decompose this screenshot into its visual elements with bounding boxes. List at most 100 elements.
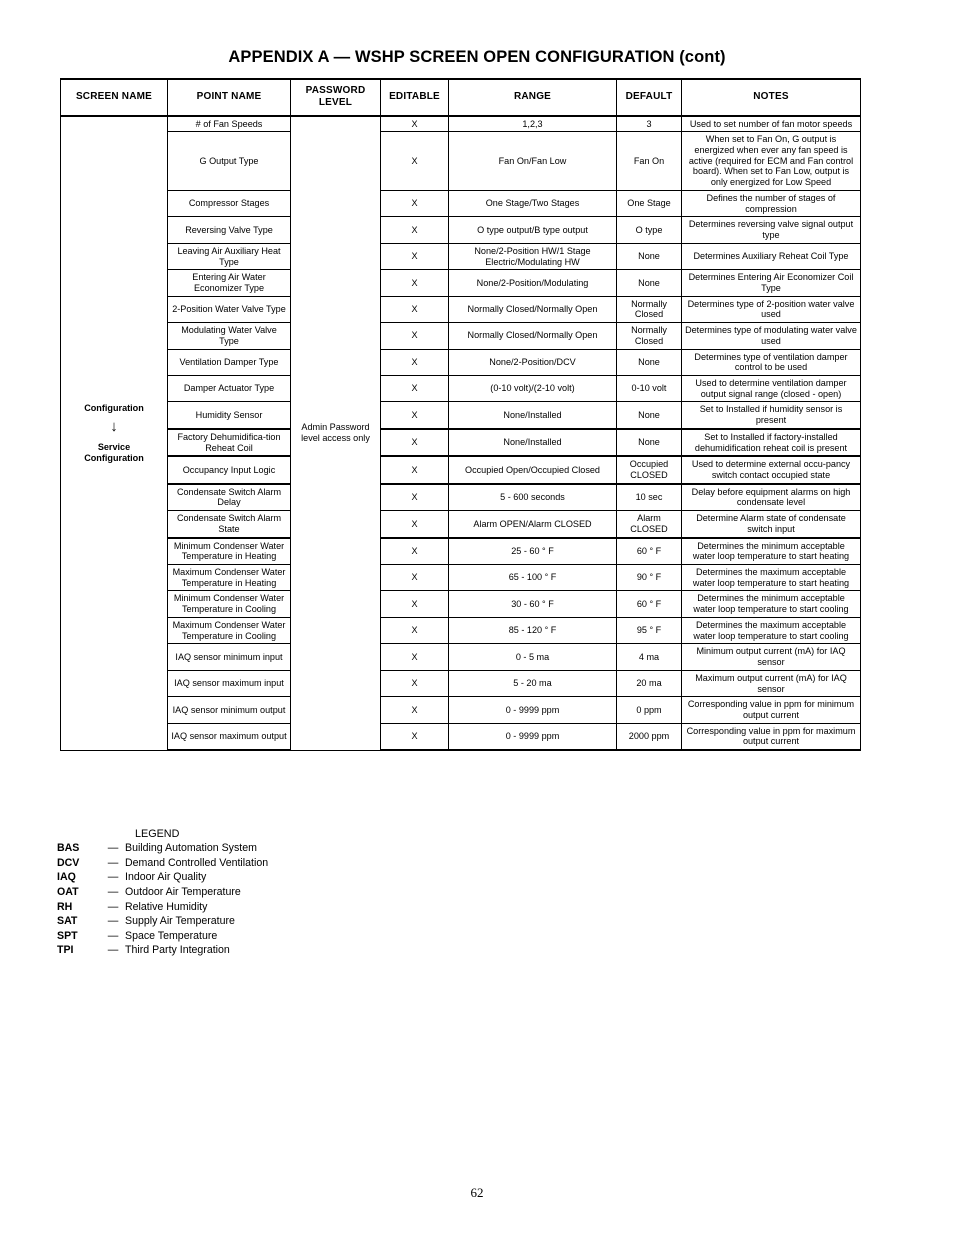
editable-cell: X [380, 189, 449, 218]
default-cell: 20 ma [616, 669, 682, 698]
range-cell: None/2-Position/DCV [448, 348, 617, 376]
legend-abbreviation: SPT [57, 929, 78, 942]
default-cell: 95 ° F [616, 616, 682, 645]
legend-table: BAS — Building Automation System DCV — Demand… [57, 842, 268, 959]
default-cell: None [616, 401, 682, 430]
range-cell: One Stage/Two Stages [448, 189, 617, 218]
default-cell: None [616, 348, 682, 376]
point-name-cell: Modulating Water Valve Type [167, 322, 291, 350]
point-name-cell: IAQ sensor minimum output [167, 696, 291, 724]
table-row: Factory Dehumidifica-tion Reheat Coil X No… [61, 427, 861, 457]
editable-cell: X [380, 590, 449, 618]
range-cell: 30 - 60 ° F [448, 590, 617, 618]
range-cell: 65 - 100 ° F [448, 564, 617, 592]
legend: LEGEND BAS — Building Automation System DCV… [57, 828, 268, 959]
legend-row: BAS — Building Automation System [57, 842, 268, 857]
point-name-cell: Minimum Condenser Water Temperature in C… [167, 590, 291, 618]
configuration-table: SCREEN NAME POINT NAME PASSWORD LEVEL ED… [60, 78, 861, 752]
range-cell: None/Installed [448, 427, 617, 457]
password-level-line2: LEVEL [318, 96, 353, 108]
default-cell: Occupied CLOSED [616, 455, 682, 485]
legend-row: DCV — Demand Controlled Ventilation [57, 857, 268, 872]
default-cell: None [616, 269, 682, 297]
legend-term: Demand Controlled Ventilation [125, 856, 269, 869]
legend-abbreviation: RH [57, 900, 73, 913]
point-name-cell: Reversing Valve Type [167, 216, 291, 244]
table-row: Leaving Air Auxiliary Heat Type X None/2-P… [61, 242, 861, 271]
legend-dash: — [107, 944, 119, 957]
point-name-cell: 2-Position Water Valve Type [167, 295, 291, 324]
editable-cell: X [380, 536, 449, 566]
notes-cell: When set to Fan On, G output is energize… [681, 131, 861, 191]
table-row: Condensate Switch Alarm State X Alarm OPEN… [61, 510, 861, 539]
screen-name-service-configuration: Configuration [84, 452, 144, 463]
editable-cell: X [380, 427, 449, 457]
notes-cell: Determines Auxiliary Reheat Coil Type [681, 242, 861, 271]
default-cell: 60 ° F [616, 590, 682, 618]
editable-cell: X [380, 322, 449, 350]
screen-name-cell: Configuration ↓ Service Configuration [60, 115, 168, 751]
editable-cell: X [380, 643, 449, 671]
default-cell: None [616, 242, 682, 271]
legend-term: Third Party Integration [125, 944, 230, 957]
range-cell: 0 - 5 ma [448, 643, 617, 671]
point-name-cell: IAQ sensor maximum input [167, 669, 291, 698]
point-name-cell: Entering Air Water Economizer Type [167, 269, 291, 297]
table-row: IAQ sensor minimum output X 0 - 9999 ppm 0 … [61, 696, 861, 724]
table-row: G Output Type X Fan On/Fan Low Fan On When s… [61, 131, 861, 191]
notes-cell: Used to set number of fan motor speeds [681, 115, 861, 133]
column-header-password-level: PASSWORD LEVEL [290, 78, 381, 117]
legend-dash: — [107, 885, 119, 898]
editable-cell: X [380, 401, 449, 430]
editable-cell: X [380, 295, 449, 324]
table-row: Modulating Water Valve Type X Normally Clo… [61, 322, 861, 350]
column-header-range: RANGE [448, 78, 617, 117]
point-name-cell: Humidity Sensor [167, 401, 291, 430]
notes-cell: Determines reversing valve signal output… [681, 216, 861, 244]
point-name-cell: Minimum Condenser Water Temperature in H… [167, 536, 291, 566]
notes-cell: Determines type of 2-position water valv… [681, 295, 861, 324]
legend-dash: — [107, 842, 119, 854]
editable-cell: X [380, 722, 449, 752]
editable-cell: X [380, 455, 449, 485]
range-cell: (0-10 volt)/(2-10 volt) [448, 374, 617, 403]
legend-row: RH — Relative Humidity [57, 901, 268, 916]
point-name-cell: Leaving Air Auxiliary Heat Type [167, 242, 291, 271]
editable-cell: X [380, 696, 449, 724]
notes-cell: Determines the maximum acceptable water … [681, 616, 861, 645]
notes-cell: Corresponding value in ppm for maximum o… [681, 722, 861, 752]
legend-abbreviation: BAS [57, 842, 80, 854]
legend-title: LEGEND [135, 828, 180, 840]
table-body: Configuration ↓ Service Configuration # of F… [60, 115, 861, 752]
table-row: 2-Position Water Valve Type X Normally Clo… [61, 295, 861, 324]
legend-abbreviation: DCV [57, 856, 80, 869]
default-cell: 3 [616, 115, 682, 133]
notes-cell: Determine Alarm state of condensate swit… [681, 510, 861, 539]
legend-abbreviation: IAQ [57, 871, 76, 884]
legend-dash: — [107, 856, 119, 869]
legend-row: OAT — Outdoor Air Temperature [57, 886, 268, 901]
point-name-cell: # of Fan Speeds [167, 115, 291, 133]
legend-abbreviation: SAT [57, 915, 78, 928]
default-cell: 10 sec [616, 482, 682, 512]
range-cell: O type output/B type output [448, 216, 617, 244]
table-row: Damper Actuator Type X (0-10 volt)/(2-10 v… [61, 374, 861, 403]
range-cell: None/Installed [448, 401, 617, 430]
legend-row: IAQ — Indoor Air Quality [57, 871, 268, 886]
table-row: IAQ sensor minimum input X 0 - 5 ma 4 ma Min… [61, 643, 861, 671]
table-header-row: SCREEN NAME POINT NAME PASSWORD LEVEL ED… [60, 78, 861, 117]
table-row: Occupancy Input Logic X Occupied Open/Occu… [61, 455, 861, 485]
range-cell: Occupied Open/Occupied Closed [448, 455, 617, 485]
default-cell: 0-10 volt [616, 374, 682, 403]
editable-cell: X [380, 374, 449, 403]
page-number: 62 [470, 1185, 484, 1200]
point-name-cell: Maximum Condenser Water Temperature in H… [167, 564, 291, 592]
legend-term: Outdoor Air Temperature [125, 885, 241, 898]
range-cell: 25 - 60 ° F [448, 536, 617, 566]
default-cell: One Stage [616, 189, 682, 218]
range-cell: None/2-Position/Modulating [448, 269, 617, 297]
notes-cell: Determines Entering Air Economizer Coil … [681, 269, 861, 297]
document-page: APPENDIX A — WSHP SCREEN OPEN CONFIGURAT… [0, 0, 954, 1235]
editable-cell: X [380, 348, 449, 376]
column-header-editable: EDITABLE [380, 78, 449, 117]
